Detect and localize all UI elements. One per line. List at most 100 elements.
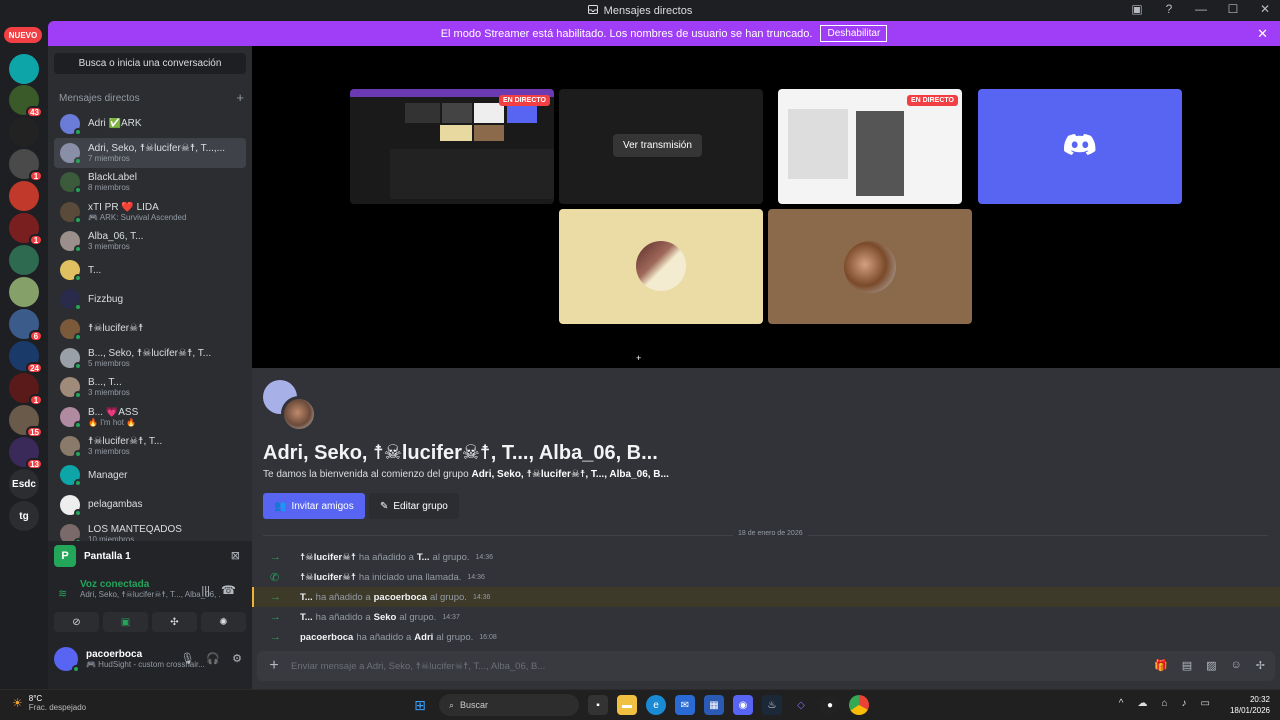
disconnect-icon[interactable]: ☎ [221, 583, 236, 597]
file-explorer-icon[interactable]: ▬ [617, 695, 637, 715]
weather-widget[interactable]: ☀ 8°C Frac. despejado [12, 694, 86, 712]
battery-icon[interactable]: ▭ [1201, 698, 1210, 709]
conversation-search-button[interactable]: Busca o inicia una conversación [54, 53, 246, 74]
voice-channel-label[interactable]: Adri, Seko, ☨☠lucifer☠☨, T..., Alba_06, … [80, 590, 220, 599]
stream-tile-1[interactable]: EN DIRECTO [350, 89, 554, 204]
activities-icon[interactable]: ✣ [152, 612, 197, 632]
message-target[interactable]: T... [417, 552, 430, 563]
server-icon[interactable]: 15 [9, 405, 43, 438]
stream-row[interactable]: P Pantalla 1 ⊠ [54, 545, 246, 567]
inbox-button-icon[interactable]: ▣ [1130, 2, 1144, 16]
dm-item[interactable]: xTI PR ❤️ LIDA 🎮 ARK: Survival Ascended [54, 197, 246, 226]
server-icon[interactable] [9, 117, 39, 147]
server-icon[interactable] [9, 181, 39, 211]
taskbar-search[interactable]: ⌕ Buscar [439, 694, 579, 716]
message-actor[interactable]: pacoerboca [300, 632, 353, 643]
server-icon[interactable]: 24 [9, 341, 43, 374]
close-window-icon[interactable]: ✕ [1258, 2, 1272, 16]
attach-plus-icon[interactable]: + [257, 657, 291, 675]
stream-tile-2[interactable]: Ver transmisión [559, 89, 763, 204]
server-icon[interactable]: 6 [9, 309, 43, 342]
steam-icon[interactable]: ♨ [762, 695, 782, 715]
gift-icon[interactable]: 🎁 [1154, 659, 1168, 672]
server-icon[interactable] [9, 54, 39, 84]
volume-icon[interactable]: ♪ [1182, 698, 1187, 709]
windows-start-icon[interactable]: ⊞ [410, 695, 430, 715]
create-dm-icon[interactable]: + [236, 91, 244, 104]
dm-item[interactable]: B..., Seko, ☨☠lucifer☠☨, T... 5 miembros [54, 343, 246, 372]
participant-tile-2[interactable] [768, 209, 972, 324]
server-icon[interactable]: 1 [9, 149, 43, 182]
server-icon[interactable]: 1 [9, 213, 43, 246]
cloud-icon[interactable]: ☁ [1138, 698, 1148, 709]
server-icon[interactable] [9, 277, 39, 307]
server-icon[interactable]: 43 [9, 85, 43, 118]
gif-icon[interactable]: ▤ [1182, 659, 1192, 672]
server-icon[interactable] [9, 245, 39, 275]
emoji-icon[interactable]: ☺ [1231, 659, 1242, 672]
server-icon[interactable]: 13 [9, 437, 43, 470]
system-message[interactable]: → pacoerboca ha añadido a Adri al grupo. 16:0… [252, 627, 1280, 647]
dm-item[interactable]: B..., T... 3 miembros [54, 373, 246, 402]
system-message[interactable]: → T... ha añadido a Seko al grupo. 14:37 [252, 607, 1280, 627]
message-actor[interactable]: T... [300, 592, 313, 603]
discord-taskbar-icon[interactable]: ◉ [733, 695, 753, 715]
message-target[interactable]: pacoerboca [374, 592, 427, 603]
task-view-icon[interactable]: ▪ [588, 695, 608, 715]
dm-item[interactable]: ☨☠lucifer☠☨ [54, 314, 246, 343]
server-icon[interactable]: Esdc [9, 469, 39, 499]
dm-item[interactable]: ☨☠lucifer☠☨, T... 3 miembros [54, 431, 246, 460]
soundboard-icon[interactable]: ✺ [201, 612, 246, 632]
message-actor[interactable]: T... [300, 612, 313, 623]
apps-icon[interactable]: ✢ [1256, 659, 1265, 672]
dev-tool-icon[interactable]: ◇ [791, 695, 811, 715]
dm-item[interactable]: Adri, Seko, ☨☠lucifer☠☨, T...,... 7 miemb… [54, 138, 246, 168]
obs-icon[interactable]: ● [820, 695, 840, 715]
participant-tile-1[interactable] [559, 209, 763, 324]
system-message[interactable]: → T... ha añadido a pacoerboca al grupo. 14:3… [252, 587, 1280, 607]
store-icon[interactable]: ▦ [704, 695, 724, 715]
screen-share-icon[interactable]: ▣ [103, 612, 148, 632]
edge-icon[interactable]: e [646, 695, 666, 715]
dm-item[interactable]: Alba_06, T... 3 miembros [54, 226, 246, 255]
dm-item[interactable]: Manager [54, 461, 246, 490]
avatar[interactable] [54, 647, 80, 673]
message-actor[interactable]: ☨☠lucifer☠☨ [300, 572, 356, 583]
system-message[interactable]: → ☨☠lucifer☠☨ ha añadido a T... al grupo. 14:… [252, 547, 1280, 567]
dm-item[interactable]: pelagambas [54, 490, 246, 519]
dm-item[interactable]: Fizzbug [54, 285, 246, 314]
message-actor[interactable]: ☨☠lucifer☠☨ [300, 552, 356, 563]
gear-icon[interactable]: ⚙ [232, 652, 242, 665]
maximize-icon[interactable]: ☐ [1226, 2, 1240, 16]
headphones-icon[interactable]: 🎧 [206, 652, 220, 665]
dm-item[interactable]: B... 💗ASS 🔥 I'm hot 🔥 [54, 402, 246, 431]
server-icon[interactable]: 1 [9, 373, 43, 406]
close-banner-icon[interactable]: ✕ [1257, 26, 1268, 42]
server-icon[interactable]: tg [9, 501, 39, 531]
network-icon[interactable]: ⌂ [1162, 698, 1168, 709]
system-message[interactable]: ✆ ☨☠lucifer☠☨ ha iniciado una llamada. 14:3… [252, 567, 1280, 587]
message-input[interactable]: Enviar mensaje a Adri, Seko, ☨☠lucifer☠☨… [291, 661, 545, 672]
noise-suppression-icon[interactable]: ||| [201, 585, 210, 597]
microphone-icon[interactable]: 🎙 [180, 652, 194, 665]
message-target[interactable]: Seko [374, 612, 397, 623]
stop-stream-icon[interactable]: ⊠ [231, 549, 240, 562]
invite-friends-button[interactable]: 👥 Invitar amigos [263, 493, 365, 519]
sticker-icon[interactable]: ▨ [1206, 659, 1216, 672]
minimize-icon[interactable]: — [1194, 2, 1208, 16]
discord-tile[interactable] [978, 89, 1182, 204]
camera-off-icon[interactable]: ⊘ [54, 612, 99, 632]
chrome-icon[interactable] [849, 695, 869, 715]
dm-item[interactable]: BlackLabel 8 miembros [54, 168, 246, 197]
clock[interactable]: 20:32 18/01/2026 [1230, 694, 1270, 716]
watch-stream-button[interactable]: Ver transmisión [613, 134, 702, 157]
dm-item[interactable]: T... [54, 255, 246, 284]
mail-icon[interactable]: ✉ [675, 695, 695, 715]
message-target[interactable]: Adri [414, 632, 433, 643]
disable-streamer-button[interactable]: Deshabilitar [820, 25, 888, 42]
dm-item[interactable]: Adri ✅ARK [54, 109, 246, 138]
chevron-up-icon[interactable]: ^ [1119, 698, 1124, 709]
help-icon[interactable]: ? [1162, 2, 1176, 16]
stream-tile-3[interactable]: EN DIRECTO [778, 89, 962, 204]
edit-group-button[interactable]: ✎ Editar grupo [369, 493, 459, 519]
